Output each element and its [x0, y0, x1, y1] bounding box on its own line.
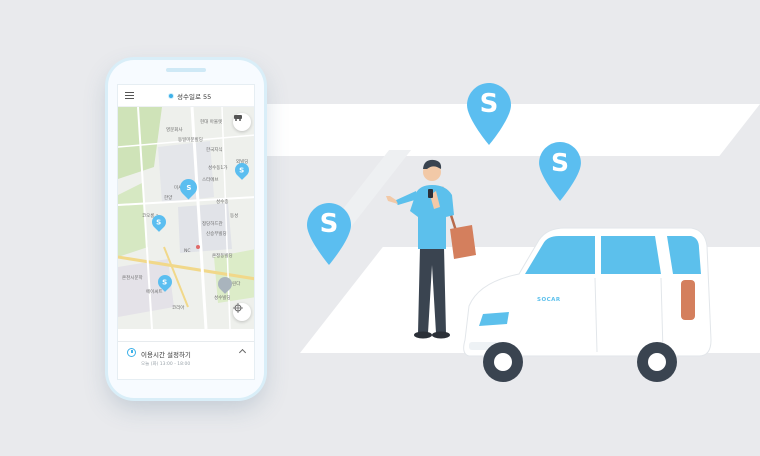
pin-letter: S — [319, 209, 339, 239]
map-label: 온정동빌딩 — [212, 254, 233, 259]
map-label: 정당하드관 — [202, 222, 223, 227]
chevron-up-icon[interactable] — [238, 348, 247, 357]
app-header: 성수일로 55 — [118, 85, 254, 107]
map-label: 성수동1가 — [208, 166, 228, 171]
map-label: 코리아 — [172, 306, 185, 311]
map-label: 신승무빌딩 — [206, 232, 227, 237]
clock-icon — [127, 348, 136, 357]
crosshair-icon — [233, 303, 243, 313]
car-illustration — [463, 227, 712, 382]
map-label: 영문회사 — [166, 128, 183, 133]
rental-time-panel[interactable]: 이용시간 설정하기 오늘 (화) 13:00 - 18:00 — [118, 341, 254, 379]
socar-location-pin: S — [307, 203, 351, 265]
location-dot-icon — [168, 92, 174, 99]
map-label: 한국지식 — [206, 148, 223, 153]
phone-speaker — [166, 68, 206, 72]
app-screen: 성수일로 55 현대 아울렛 영문회사 동일미문빌딩 한국지식 성수동1가 스터… — [117, 84, 255, 380]
location-label[interactable]: 성수일로 55 — [177, 91, 211, 101]
my-location-button[interactable] — [233, 303, 251, 321]
map-label: 에이씨트 — [146, 290, 163, 295]
map-label: NC — [184, 249, 191, 254]
map-label: 한양 — [164, 196, 173, 201]
pin-letter: S — [550, 148, 569, 177]
pin-letter: S — [479, 89, 499, 119]
map-view[interactable]: 현대 아울렛 영문회사 동일미문빌딩 한국지식 외빌딩 성수동1가 스터에브 미… — [118, 107, 254, 329]
car-icon — [234, 115, 242, 121]
map-label: 성수종 — [216, 200, 229, 205]
socar-location-pin: S — [539, 142, 581, 201]
hamburger-menu-icon[interactable] — [125, 92, 134, 99]
map-label: 동성 — [230, 214, 239, 219]
map-label: 스터에브 — [202, 178, 219, 183]
map-label: 온천시문학 — [122, 276, 143, 281]
panel-title: 이용시간 설정하기 — [141, 351, 191, 359]
map-label: 동일미문빌딩 — [178, 138, 203, 143]
car-filter-button[interactable] — [233, 113, 251, 131]
map-label: 성수빌딩 — [214, 296, 231, 301]
phone-mockup: 성수일로 55 현대 아울렛 영문회사 동일미문빌딩 한국지식 성수동1가 스터… — [108, 60, 264, 398]
scene: 성수일로 55 현대 아울렛 영문회사 동일미문빌딩 한국지식 성수동1가 스터… — [0, 0, 760, 456]
panel-subtitle: 오늘 (화) 13:00 - 18:00 — [141, 362, 191, 367]
socar-location-pin: S — [467, 83, 511, 145]
map-label: 현대 아울렛 — [200, 120, 223, 125]
car-brand-label: SOCAR — [537, 297, 561, 303]
